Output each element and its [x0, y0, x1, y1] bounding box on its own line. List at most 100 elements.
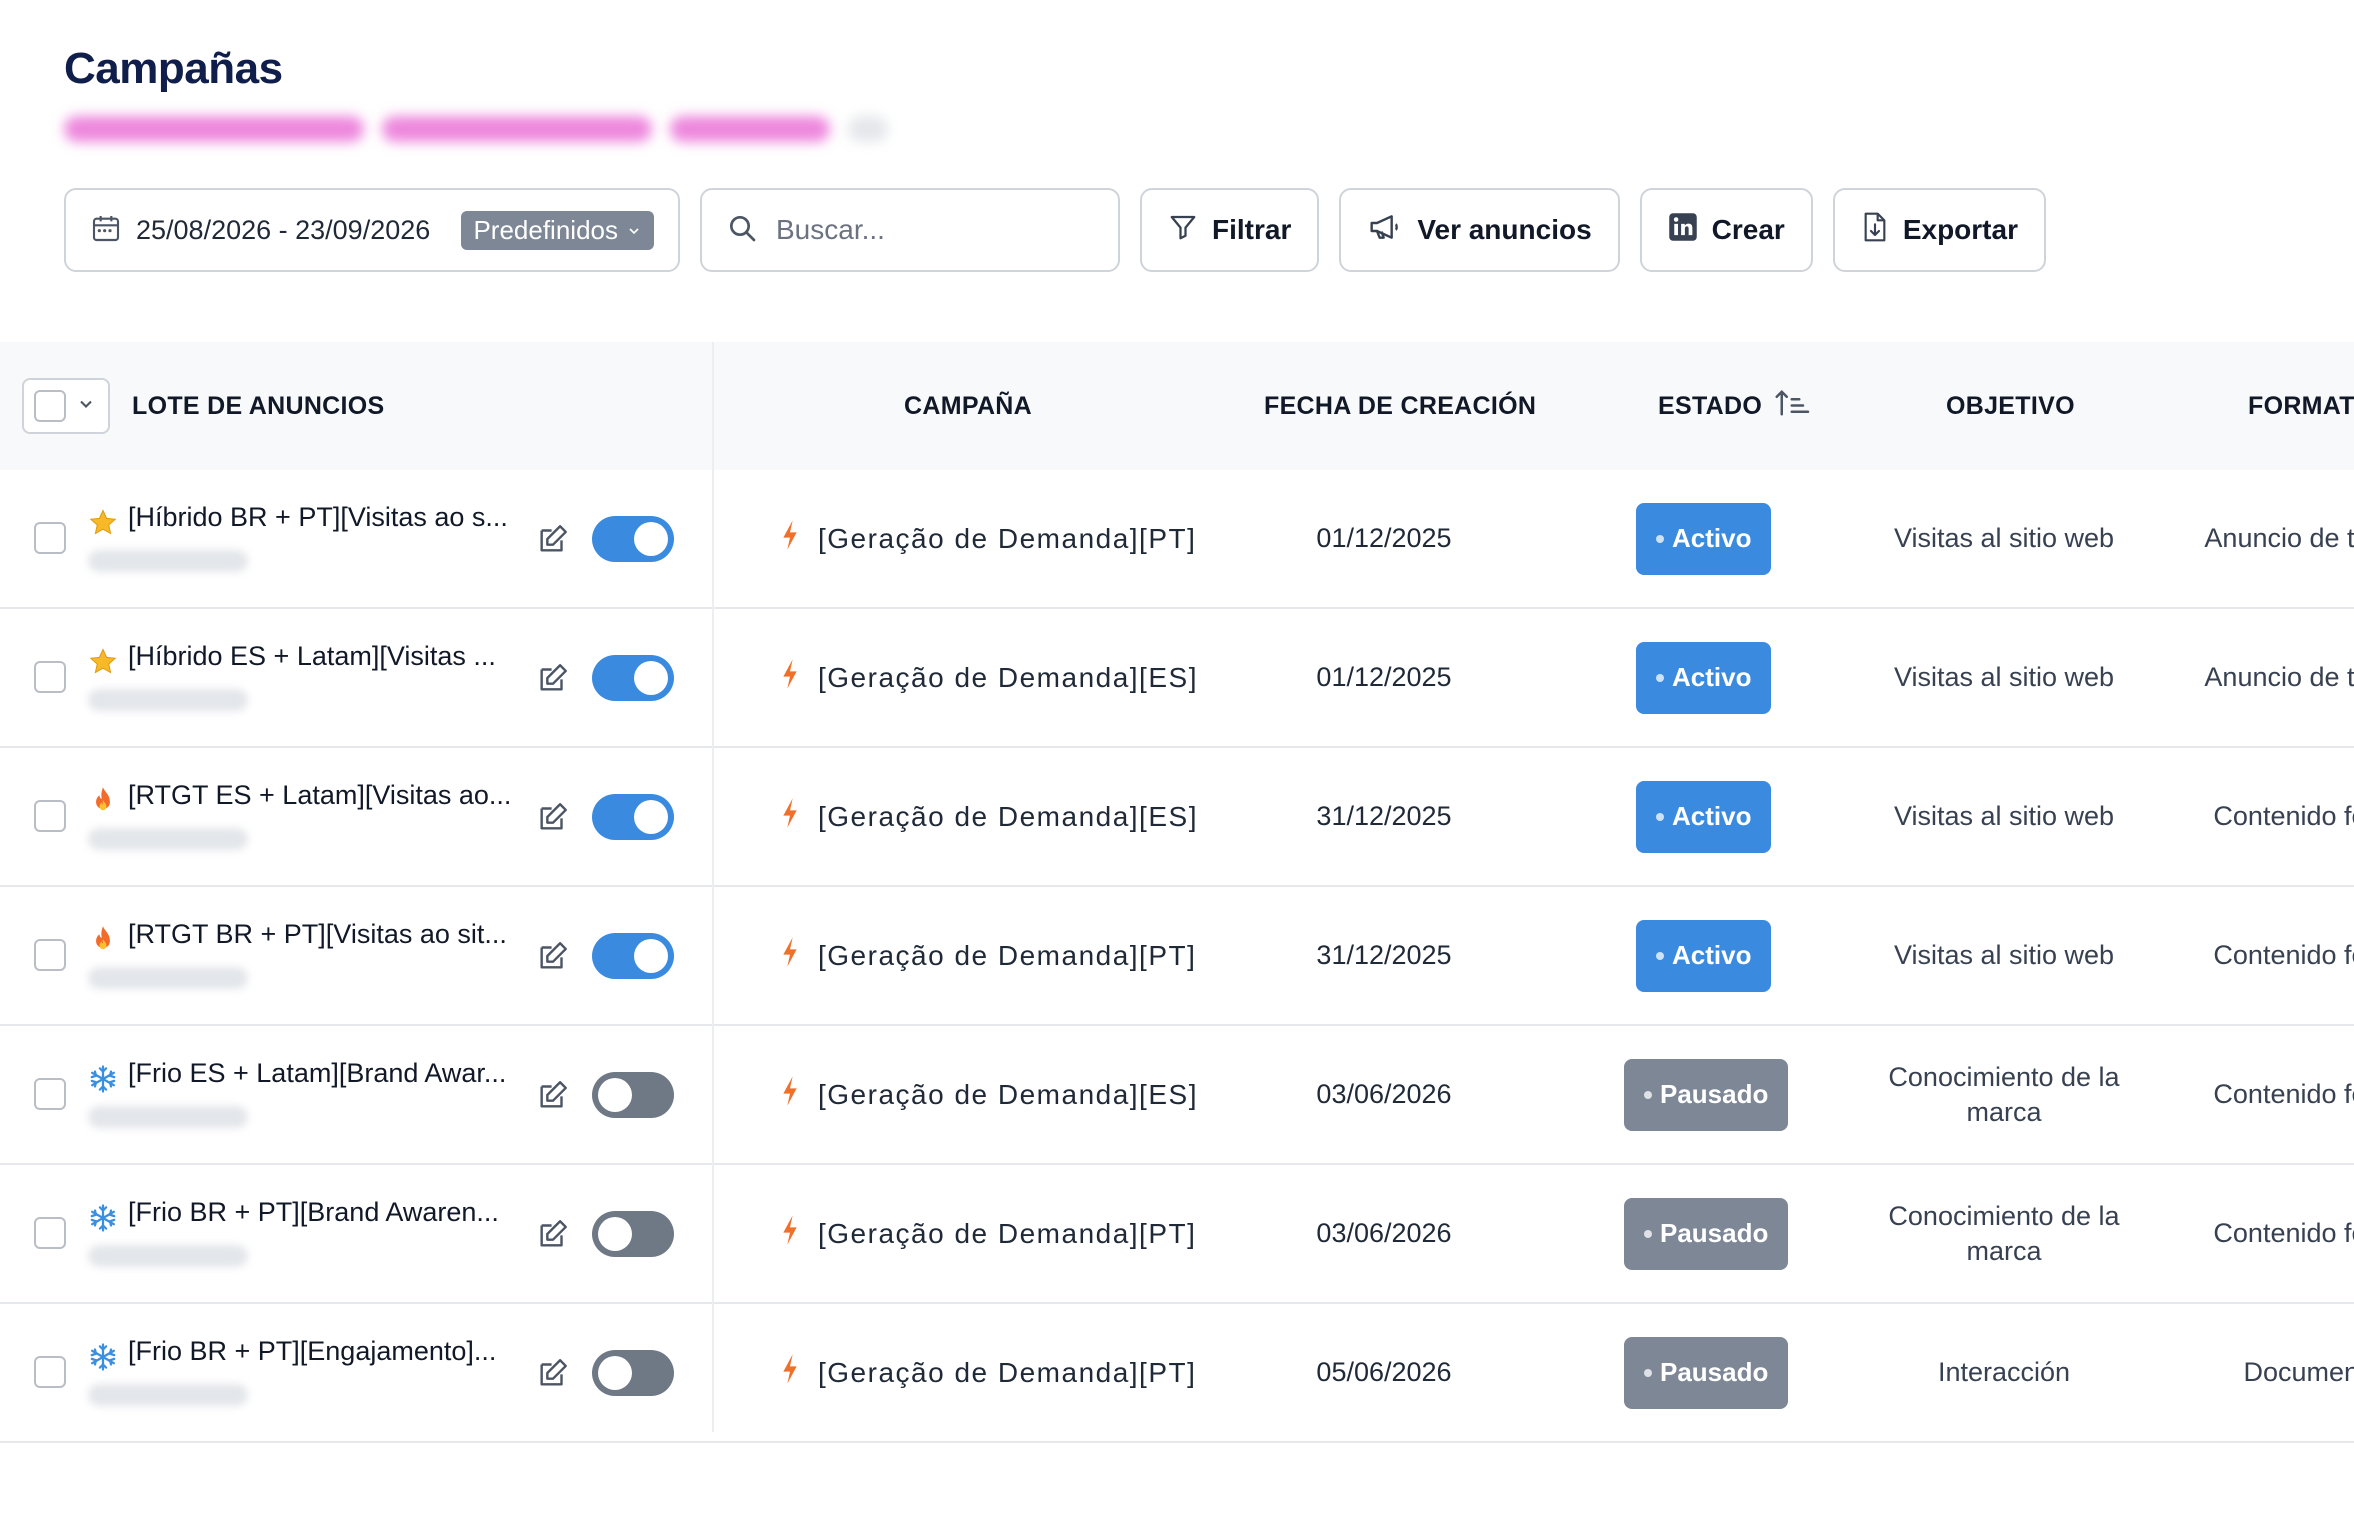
- creation-date: 05/06/2026: [1316, 1357, 1452, 1387]
- sort-ascending-icon[interactable]: [1774, 388, 1812, 425]
- creation-date: 31/12/2025: [1316, 940, 1452, 970]
- campaigns-table: LOTE DE ANUNCIOS CAMPAÑA FECHA DE CREACI…: [0, 342, 2354, 1443]
- objective-cell: Conocimiento de la marca: [1888, 1200, 2120, 1266]
- status-label: Activo: [1672, 940, 1752, 970]
- edit-icon[interactable]: [536, 661, 570, 700]
- status-toggle[interactable]: [592, 933, 674, 979]
- campaign-cell[interactable]: [Geração de Demanda][ES]: [780, 1026, 1198, 1163]
- bolt-icon: [780, 797, 800, 836]
- edit-icon[interactable]: [536, 800, 570, 839]
- row-checkbox[interactable]: [34, 522, 66, 554]
- select-all-checkbox[interactable]: [34, 390, 66, 422]
- edit-icon[interactable]: [536, 522, 570, 561]
- objective-cell: Interacción: [1937, 1357, 2071, 1387]
- edit-icon[interactable]: [536, 1078, 570, 1117]
- ad-batch-name[interactable]: [RTGT BR + PT][Visitas ao sit...: [128, 919, 520, 950]
- bolt-icon: [780, 519, 800, 558]
- table-row[interactable]: [Híbrido BR + PT][Visitas ao s... [Geraçã…: [0, 470, 2354, 609]
- table-row[interactable]: [Frio ES + Latam][Brand Awar... [Geração …: [0, 1026, 2354, 1165]
- chevron-down-icon[interactable]: [76, 394, 96, 419]
- campaign-name: [Geração de Demanda][PT]: [818, 1356, 1197, 1388]
- date-range-value: 25/08/2026 - 23/09/2026: [136, 214, 431, 245]
- row-checkbox[interactable]: [34, 661, 66, 693]
- status-toggle[interactable]: [592, 516, 674, 562]
- table-row[interactable]: [RTGT ES + Latam][Visitas ao... [Geração …: [0, 748, 2354, 887]
- format-cell: Contenido feed: [2213, 1218, 2354, 1248]
- ad-batch-id-redacted: [88, 1245, 248, 1267]
- export-label: Exportar: [1902, 214, 2018, 245]
- view-ads-label: Ver anuncios: [1417, 214, 1592, 245]
- toggle-knob: [598, 1217, 632, 1251]
- linkedin-icon: [1668, 212, 1698, 249]
- preset-dropdown[interactable]: Predefinidos: [461, 210, 654, 250]
- fire-icon: [88, 786, 118, 816]
- toolbar: 25/08/2026 - 23/09/2026 Predefinidos Fil…: [64, 188, 2046, 272]
- status-toggle[interactable]: [592, 794, 674, 840]
- ad-batch-name[interactable]: [Frio BR + PT][Brand Awaren...: [128, 1197, 520, 1228]
- row-checkbox[interactable]: [34, 1356, 66, 1388]
- campaign-cell[interactable]: [Geração de Demanda][PT]: [780, 1304, 1196, 1441]
- header-estado[interactable]: ESTADO: [1658, 342, 1812, 470]
- campaign-cell[interactable]: [Geração de Demanda][PT]: [780, 887, 1196, 1024]
- campaign-cell[interactable]: [Geração de Demanda][ES]: [780, 609, 1198, 746]
- status-badge-cell: Pausado: [1624, 1165, 1789, 1302]
- campaign-cell[interactable]: [Geração de Demanda][PT]: [780, 470, 1196, 607]
- edit-icon[interactable]: [536, 1217, 570, 1256]
- status-badge-cell: Activo: [1636, 609, 1772, 746]
- export-button[interactable]: Exportar: [1832, 188, 2046, 272]
- table-row[interactable]: [Híbrido ES + Latam][Visitas ... [Geração…: [0, 609, 2354, 748]
- date-range-picker[interactable]: 25/08/2026 - 23/09/2026 Predefinidos: [64, 188, 680, 272]
- status-dot: [1656, 951, 1664, 960]
- edit-icon[interactable]: [536, 939, 570, 978]
- ad-batch-name[interactable]: [RTGT ES + Latam][Visitas ao...: [128, 780, 520, 811]
- row-checkbox[interactable]: [34, 1078, 66, 1110]
- status-badge: Activo: [1636, 502, 1772, 575]
- table-row[interactable]: [Frio BR + PT][Brand Awaren... [Geração d…: [0, 1165, 2354, 1304]
- status-toggle[interactable]: [592, 1072, 674, 1118]
- creation-date: 03/06/2026: [1316, 1218, 1452, 1248]
- table-header: LOTE DE ANUNCIOS CAMPAÑA FECHA DE CREACI…: [0, 342, 2354, 470]
- star-icon: [88, 647, 118, 677]
- row-checkbox[interactable]: [34, 939, 66, 971]
- status-toggle[interactable]: [592, 1350, 674, 1396]
- ad-batch-id-redacted: [88, 828, 248, 850]
- table-row[interactable]: [Frio BR + PT][Engajamento]... [Geração d…: [0, 1304, 2354, 1443]
- objective-cell: Visitas al sitio web: [1893, 801, 2115, 831]
- toggle-knob: [598, 1356, 632, 1390]
- header-fecha: FECHA DE CREACIÓN: [1264, 391, 1537, 420]
- format-cell: Contenido feed: [2213, 940, 2354, 970]
- bolt-icon: [780, 1214, 800, 1253]
- campaign-cell[interactable]: [Geração de Demanda][ES]: [780, 748, 1198, 885]
- toggle-knob: [634, 800, 668, 834]
- ad-batch-name[interactable]: [Frio ES + Latam][Brand Awar...: [128, 1058, 520, 1089]
- select-all-control[interactable]: [22, 378, 110, 434]
- toggle-knob: [634, 939, 668, 973]
- status-dot: [1656, 812, 1664, 821]
- bolt-icon: [780, 936, 800, 975]
- row-checkbox[interactable]: [34, 800, 66, 832]
- ad-batch-name[interactable]: [Frio BR + PT][Engajamento]...: [128, 1336, 520, 1367]
- status-toggle[interactable]: [592, 1211, 674, 1257]
- search-box[interactable]: [700, 188, 1120, 272]
- star-icon: [88, 508, 118, 538]
- campaign-name: [Geração de Demanda][PT]: [818, 522, 1197, 554]
- column-divider: [712, 342, 714, 1432]
- campaign-cell[interactable]: [Geração de Demanda][PT]: [780, 1165, 1196, 1302]
- table-row[interactable]: [RTGT BR + PT][Visitas ao sit... [Geração…: [0, 887, 2354, 1026]
- filter-icon: [1168, 212, 1198, 249]
- objective-cell: Visitas al sitio web: [1893, 940, 2115, 970]
- fire-icon: [88, 925, 118, 955]
- edit-icon[interactable]: [536, 1356, 570, 1395]
- ad-batch-name[interactable]: [Híbrido BR + PT][Visitas ao s...: [128, 502, 520, 533]
- megaphone-icon: [1367, 211, 1403, 250]
- search-input[interactable]: [774, 213, 1078, 247]
- ad-batch-name[interactable]: [Híbrido ES + Latam][Visitas ...: [128, 641, 520, 672]
- filter-button[interactable]: Filtrar: [1140, 188, 1320, 272]
- ad-batch-id-redacted: [88, 967, 248, 989]
- status-toggle[interactable]: [592, 655, 674, 701]
- bolt-icon: [780, 1075, 800, 1114]
- snowflake-icon: [88, 1064, 118, 1094]
- view-ads-button[interactable]: Ver anuncios: [1339, 188, 1620, 272]
- create-button[interactable]: Crear: [1639, 188, 1813, 272]
- row-checkbox[interactable]: [34, 1217, 66, 1249]
